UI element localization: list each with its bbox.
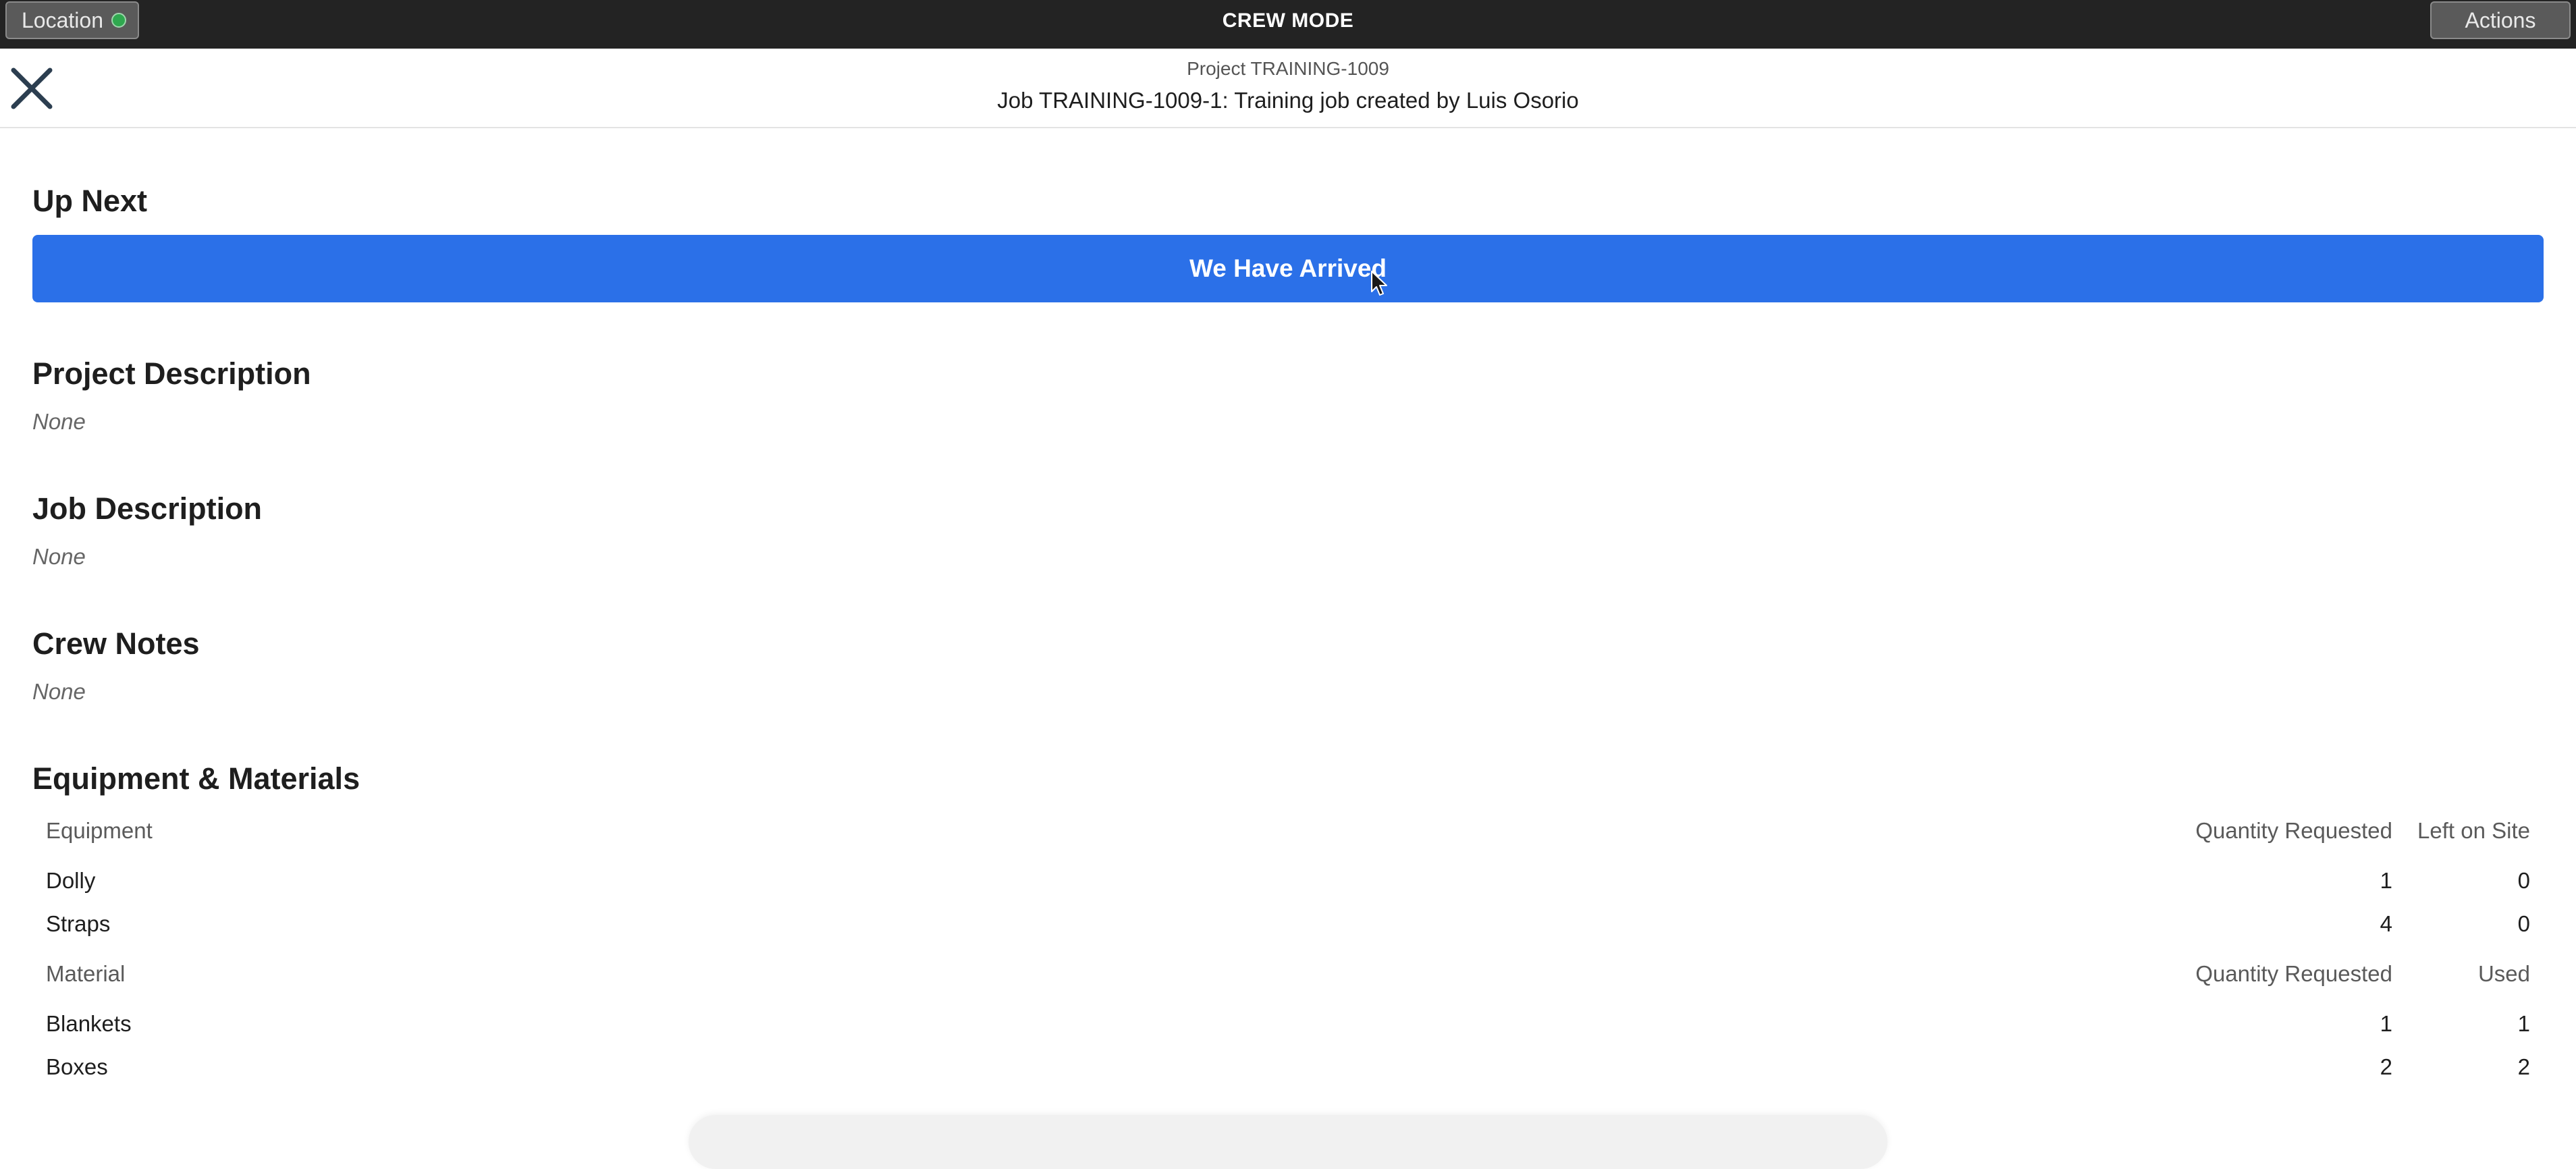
table-row: Straps 4 0: [32, 903, 2544, 946]
mouse-cursor-icon: [1370, 270, 1389, 298]
project-title: Project TRAINING-1009: [1187, 58, 1389, 79]
job-description-heading: Job Description: [32, 491, 263, 526]
material-column-header: Material: [46, 961, 126, 986]
material-header-row: Material Quantity Requested Used: [32, 953, 2544, 996]
material-name: Blankets: [46, 1011, 132, 1036]
crew-notes-value: None: [32, 679, 86, 704]
table-row: Blankets 1 1: [32, 1003, 2544, 1046]
top-bar: Location CREW MODE Actions: [0, 0, 2576, 49]
job-title: Job TRAINING-1009-1: Training job create…: [997, 88, 1579, 113]
project-description-heading: Project Description: [32, 356, 311, 391]
used-quantity: 2: [2517, 1054, 2530, 1079]
quantity-requested: 1: [2380, 868, 2392, 893]
table-row: Dolly 1 0: [32, 860, 2544, 903]
equipment-materials-heading: Equipment & Materials: [32, 761, 360, 796]
left-on-site: 0: [2517, 868, 2530, 893]
equipment-name: Dolly: [46, 868, 96, 893]
up-next-heading: Up Next: [32, 184, 148, 218]
material-name: Boxes: [46, 1054, 108, 1079]
job-header: Project TRAINING-1009 Job TRAINING-1009-…: [0, 49, 2576, 128]
table-row: Boxes 2 2: [32, 1046, 2544, 1089]
actions-button[interactable]: Actions: [2430, 1, 2571, 39]
used-column-header: Used: [2477, 961, 2530, 986]
equipment-column-header: Equipment: [46, 818, 153, 843]
mode-title: CREW MODE: [1222, 9, 1354, 32]
quantity-requested-column-header: Quantity Requested: [2195, 961, 2392, 986]
equipment-name: Straps: [46, 911, 111, 936]
we-have-arrived-button[interactable]: We Have Arrived: [32, 235, 2544, 302]
equipment-header-row: Equipment Quantity Requested Left on Sit…: [32, 810, 2544, 853]
quantity-requested-column-header: Quantity Requested: [2195, 818, 2392, 843]
left-on-site: 0: [2517, 911, 2530, 936]
job-description-value: None: [32, 544, 86, 569]
crew-notes-heading: Crew Notes: [32, 626, 200, 661]
left-on-site-column-header: Left on Site: [2417, 818, 2530, 843]
project-description-value: None: [32, 409, 86, 434]
quantity-requested: 4: [2380, 911, 2392, 936]
bottom-drawer-handle[interactable]: [689, 1115, 1887, 1169]
quantity-requested: 2: [2380, 1054, 2392, 1079]
quantity-requested: 1: [2380, 1011, 2392, 1036]
used-quantity: 1: [2517, 1011, 2530, 1036]
